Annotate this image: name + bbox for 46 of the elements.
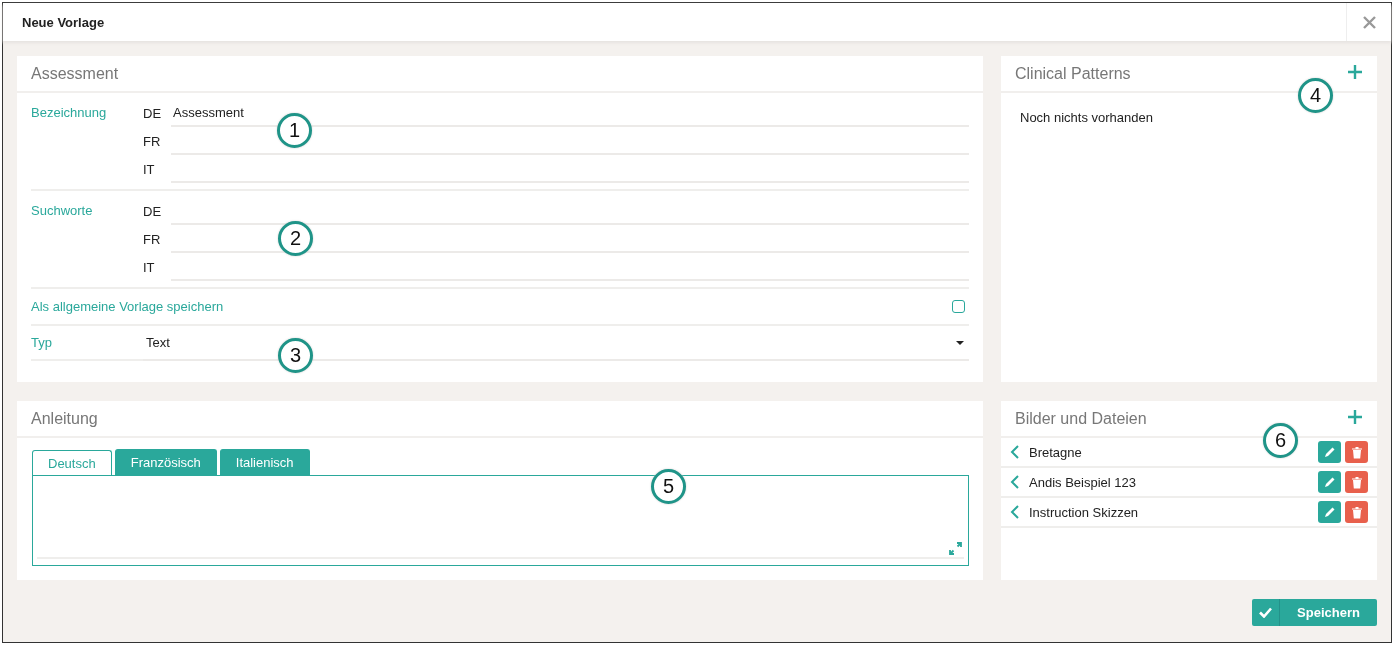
file-name: Instruction Skizzen [1029,504,1140,520]
panel-title: Assessment [31,64,119,83]
save-button[interactable]: Speichern [1252,599,1377,626]
checkbox-label: Als allgemeine Vorlage speichern [31,299,224,314]
file-name: Andis Beispiel 123 [1029,474,1137,490]
delete-button[interactable] [1345,471,1368,493]
trash-icon [1350,475,1363,489]
delete-button[interactable] [1345,501,1368,523]
language-label: IT [143,259,156,275]
edit-button[interactable] [1318,501,1341,523]
check-icon [1259,607,1272,618]
language-label: FR [143,133,162,149]
text-editor[interactable] [32,475,969,566]
trash-icon [1350,445,1363,459]
empty-message: Noch nichts vorhanden [1020,110,1153,125]
edit-button[interactable] [1318,471,1341,493]
tab[interactable]: Französisch [114,449,217,475]
panel-title: Anleitung [31,409,98,428]
language-label: DE [143,105,163,121]
language-label: DE [143,203,163,219]
panel-title: Clinical Patterns [1015,64,1131,83]
close-icon[interactable] [1362,15,1376,29]
add-icon[interactable] [1347,64,1363,80]
window-title: Neue Vorlage [21,14,106,30]
pencil-icon [1323,476,1336,488]
panel-title: Bilder und Dateien [1015,409,1147,428]
edit-button[interactable] [1318,441,1341,463]
language-label: FR [143,231,162,247]
expand-icon[interactable] [949,542,962,555]
language-label: IT [143,161,156,177]
tab[interactable]: Deutsch [32,450,112,476]
trash-icon [1350,505,1363,519]
caret-icon [956,340,964,345]
chevron-left-icon[interactable] [1010,504,1020,520]
chevron-left-icon[interactable] [1010,474,1020,490]
field-label: Typ [31,326,143,361]
add-icon[interactable] [1347,409,1363,425]
field-label: Suchworte [31,202,94,220]
delete-button[interactable] [1345,441,1368,463]
pencil-icon [1323,506,1336,518]
file-name: Bretagne [1029,444,1083,460]
tab[interactable]: Italienisch [219,449,310,475]
pencil-icon [1323,446,1336,458]
field-label: Bezeichnung [31,104,108,122]
checkbox[interactable] [952,300,965,313]
chevron-left-icon[interactable] [1010,444,1020,460]
